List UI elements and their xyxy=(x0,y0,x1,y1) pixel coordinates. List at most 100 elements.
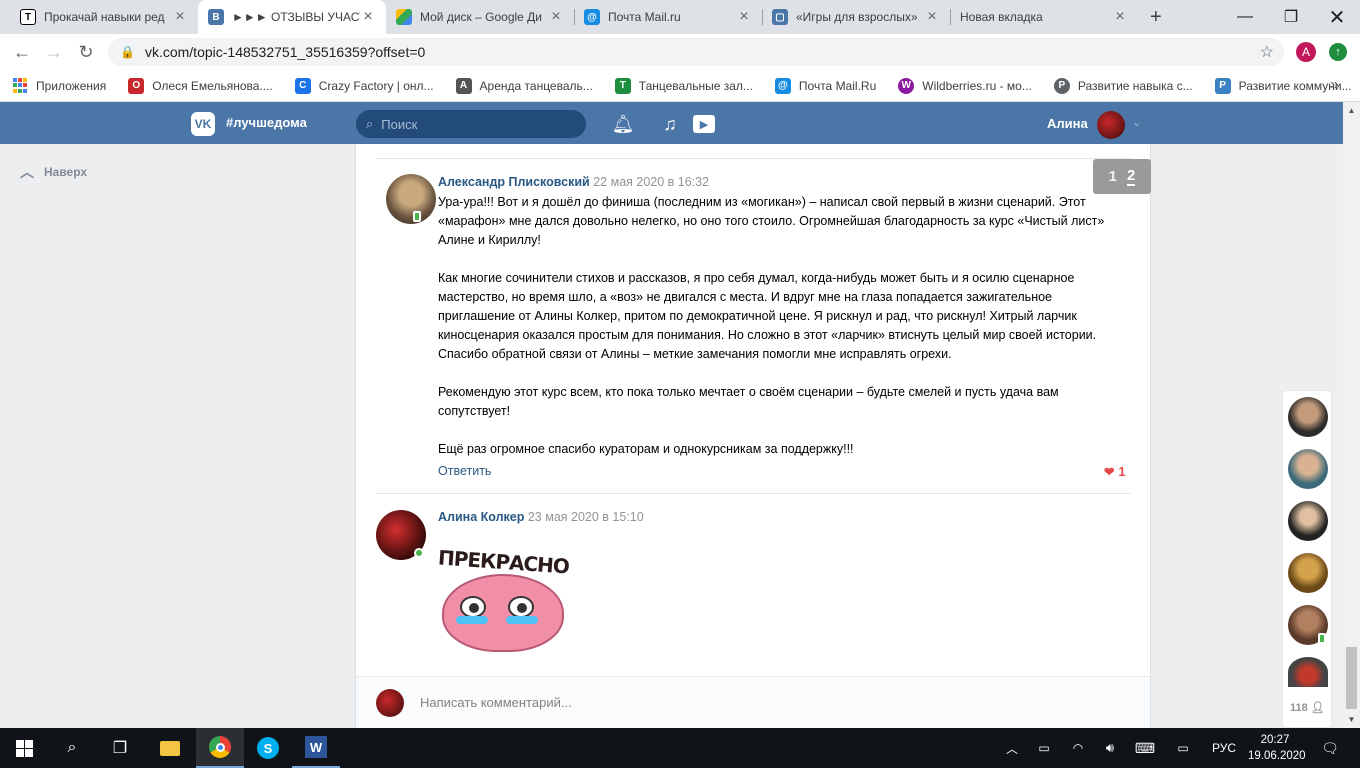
site-icon: Р xyxy=(1214,77,1231,94)
online-indicator-icon xyxy=(414,548,424,558)
keyboard-icon[interactable]: ⌨ xyxy=(1132,728,1158,768)
close-icon[interactable]: × xyxy=(172,8,188,26)
chat-contact-avatar[interactable] xyxy=(1288,501,1328,541)
skype-icon[interactable]: S xyxy=(244,728,292,768)
profile-avatar[interactable]: А xyxy=(1296,42,1316,62)
page-2-current[interactable]: 2 xyxy=(1127,167,1136,186)
mail-favicon-icon: @ xyxy=(584,9,600,25)
search-input[interactable]: ⌕ Поиск xyxy=(356,110,586,138)
bookmark-label: Почта Mail.Ru xyxy=(798,78,877,93)
chat-contact-avatar[interactable] xyxy=(1288,657,1328,687)
chevron-down-icon[interactable]: ⌄ xyxy=(1132,116,1141,129)
scroll-thumb[interactable] xyxy=(1346,647,1357,709)
scroll-down-arrow-icon[interactable]: ▼ xyxy=(1343,711,1360,728)
browser-toolbar: ← → ↻ 🔒 vk.com/topic-148532751_35516359?… xyxy=(0,34,1360,70)
forward-icon[interactable]: → xyxy=(40,34,68,70)
site-icon: C xyxy=(294,77,311,94)
chat-contact-avatar[interactable] xyxy=(1288,553,1328,593)
close-icon[interactable]: × xyxy=(360,8,376,26)
tab-5[interactable]: ▢ «Игры для взрослых» × xyxy=(762,0,950,34)
commenter-avatar[interactable] xyxy=(386,174,436,224)
reload-icon[interactable]: ↻ xyxy=(72,34,100,70)
bookmark-label: Олеся Емельянова.... xyxy=(152,78,273,93)
back-icon[interactable]: ← xyxy=(8,34,36,70)
bookmark-item[interactable]: A Аренда танцеваль... xyxy=(455,77,593,94)
tab-1[interactable]: T Прокачай навыки ред × xyxy=(10,0,198,34)
display-icon[interactable]: ▭ xyxy=(1170,728,1196,768)
user-icon: 👤︎ xyxy=(1310,702,1325,714)
chat-sidebar: 118 👤︎ xyxy=(1282,390,1332,728)
close-icon[interactable]: × xyxy=(924,8,940,26)
minimize-icon[interactable]: — xyxy=(1222,0,1268,34)
word-icon[interactable]: W xyxy=(292,728,340,768)
notifications-icon[interactable]: 🗨︎ xyxy=(1312,728,1348,768)
comment-text: Ура-ура!!! Вот и я дошёл до финиша (посл… xyxy=(438,193,1128,459)
close-icon[interactable]: × xyxy=(548,8,564,26)
user-avatar[interactable] xyxy=(1097,111,1125,139)
close-icon[interactable]: × xyxy=(1112,8,1128,26)
like-button[interactable]: ❤ 1 xyxy=(1104,464,1125,480)
comment-paragraph: Ура-ура!!! Вот и я дошёл до финиша (посл… xyxy=(438,195,1105,247)
tray-chevron-up-icon[interactable]: ︿ xyxy=(1000,728,1024,768)
bookmark-item[interactable]: Р Развитие навыка с... xyxy=(1053,77,1193,94)
comment-input[interactable]: Написать комментарий... xyxy=(420,695,572,710)
bookmark-star-icon[interactable]: ☆ xyxy=(1260,42,1274,62)
comment-date[interactable]: 22 мая 2020 в 16:32 xyxy=(593,175,709,189)
site-icon: Т xyxy=(614,77,631,94)
tab-4[interactable]: @ Почта Mail.ru × xyxy=(574,0,762,34)
close-icon[interactable]: × xyxy=(736,8,752,26)
back-to-top-link[interactable]: ︿ Наверх xyxy=(20,162,87,182)
vk-logo-icon[interactable]: VK xyxy=(191,112,215,136)
new-tab-button[interactable]: + xyxy=(1144,0,1174,34)
bookmark-item[interactable]: C Crazy Factory | онл... xyxy=(294,77,434,94)
task-view-icon[interactable]: ❐ xyxy=(96,728,144,768)
more-bookmarks-button[interactable]: » xyxy=(1330,76,1339,94)
lock-icon: 🔒 xyxy=(120,45,135,59)
volume-icon[interactable]: 🔊︎ xyxy=(1098,728,1122,768)
tab-title: Прокачай навыки ред xyxy=(44,10,165,24)
chrome-icon[interactable] xyxy=(196,728,244,768)
site-icon: О xyxy=(128,77,145,94)
bookmark-label: Развитие навыка с... xyxy=(1077,78,1193,93)
clock-time: 20:27 xyxy=(1260,734,1290,746)
comment-date[interactable]: 23 мая 2020 в 15:10 xyxy=(528,510,644,524)
play-icon[interactable]: ▶ xyxy=(692,112,716,136)
restore-icon[interactable]: ❐ xyxy=(1268,0,1314,34)
scroll-up-arrow-icon[interactable]: ▲ xyxy=(1343,102,1360,119)
reply-link[interactable]: Ответить xyxy=(438,464,491,478)
chevron-up-icon: ︿ xyxy=(20,164,34,180)
bookmark-apps[interactable]: Приложения xyxy=(12,77,106,94)
battery-icon[interactable]: ▭ xyxy=(1032,728,1056,768)
comment-author[interactable]: Александр Плисковский xyxy=(438,175,590,189)
chat-contact-avatar[interactable] xyxy=(1288,397,1328,437)
search-placeholder: Поиск xyxy=(381,116,418,132)
page-scrollbar[interactable]: ▲ ▼ xyxy=(1343,102,1360,728)
search-icon[interactable]: ⌕ xyxy=(48,728,96,768)
tab-3[interactable]: Мой диск – Google Ди × xyxy=(386,0,574,34)
apps-icon xyxy=(12,77,28,94)
online-count[interactable]: 118 👤︎ xyxy=(1290,701,1325,715)
address-bar[interactable]: 🔒 vk.com/topic-148532751_35516359?offset… xyxy=(108,38,1284,66)
vk-hashtag[interactable]: #лучшедома xyxy=(226,115,307,130)
window-close-icon[interactable]: ✕ xyxy=(1314,0,1360,34)
tab-2-active[interactable]: B ►►► ОТЗЫВЫ УЧАСТ × xyxy=(198,0,386,34)
chat-contact-avatar[interactable] xyxy=(1288,449,1328,489)
page-1[interactable]: 1 xyxy=(1109,168,1117,185)
bookmark-item[interactable]: @ Почта Mail.Ru xyxy=(774,77,877,94)
file-explorer-icon[interactable] xyxy=(146,728,194,768)
wifi-icon[interactable]: ◠ xyxy=(1066,728,1090,768)
user-name[interactable]: Алина xyxy=(1047,116,1088,131)
clock[interactable]: 20:27 19.06.2020 xyxy=(1248,732,1306,764)
notifications-bell-icon[interactable]: 🔔︎ xyxy=(611,112,635,136)
sticker[interactable]: ПРЕКРАСНО xyxy=(437,545,570,656)
bookmark-item[interactable]: W Wildberries.ru - мо... xyxy=(898,77,1032,94)
comment-author[interactable]: Алина Колкер xyxy=(438,510,524,524)
bookmark-item[interactable]: О Олеся Емельянова.... xyxy=(128,77,273,94)
extension-update-icon[interactable]: ↑ xyxy=(1329,43,1347,61)
windows-start-icon[interactable] xyxy=(0,728,48,768)
tab-6[interactable]: Новая вкладка × xyxy=(950,0,1138,34)
bookmark-item[interactable]: Т Танцевальные зал... xyxy=(614,77,753,94)
music-icon[interactable]: ♫ xyxy=(658,112,682,136)
language-indicator[interactable]: РУС xyxy=(1204,728,1244,768)
comment-composer: Написать комментарий... xyxy=(356,676,1150,728)
